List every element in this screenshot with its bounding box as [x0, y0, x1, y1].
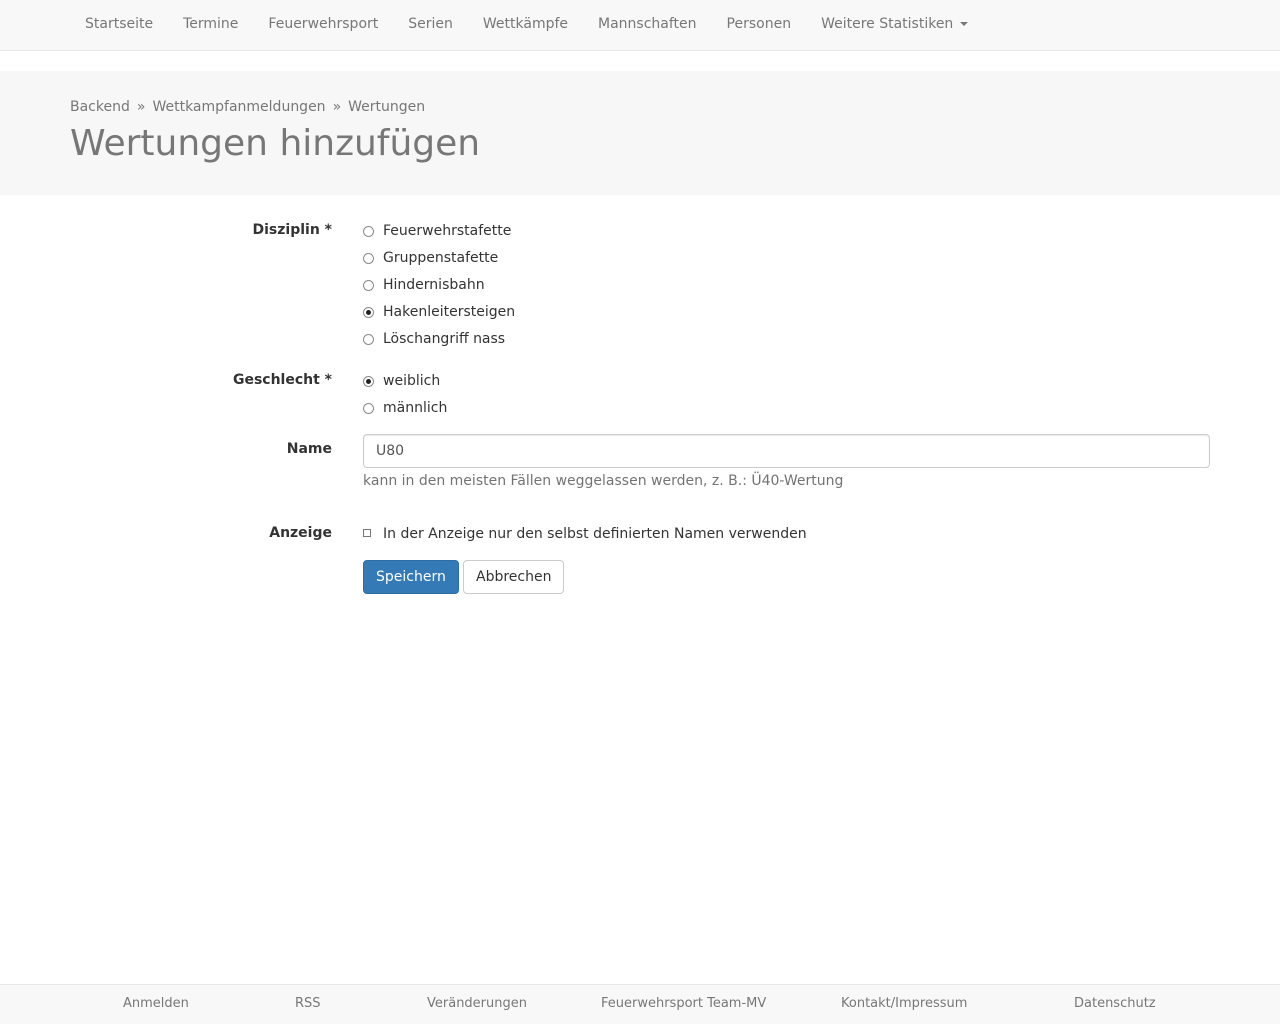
caret-down-icon	[960, 22, 969, 26]
discipline-option-gruppenstafette[interactable]: Gruppenstafette	[363, 248, 498, 268]
save-button[interactable]: Speichern	[363, 560, 459, 594]
nav-item-startseite[interactable]: Startseite	[70, 0, 168, 50]
dropdown-label: Weitere Statistiken	[821, 16, 954, 32]
gender-option-weiblich[interactable]: weiblich	[363, 371, 440, 391]
breadcrumb-separator: »	[332, 99, 342, 115]
footer-link-veraenderungen[interactable]: Veränderungen	[427, 985, 527, 1024]
page-header: Backend » Wettkampfanmeldungen » Wertungen W…	[0, 71, 1280, 195]
nav-item-termine[interactable]: Termine	[168, 0, 253, 50]
option-label: Hakenleitersteigen	[383, 304, 516, 320]
discipline-label: Disziplin *	[252, 222, 332, 238]
gender-label: Geschlecht *	[232, 372, 332, 388]
radio-button[interactable]	[363, 402, 374, 414]
name-label: Name	[286, 441, 332, 457]
discipline-option-hakenleitersteigen[interactable]: Hakenleitersteigen	[363, 302, 515, 322]
name-input[interactable]	[363, 434, 1210, 468]
nav-item-weitere-statistiken-dropdown[interactable]: Weitere Statistiken	[806, 0, 983, 50]
display-label: Anzeige	[269, 525, 332, 541]
discipline-option-hindernisbahn[interactable]: Hindernisbahn	[363, 275, 485, 295]
breadcrumb-wertungen-link[interactable]: Wertungen	[348, 99, 425, 115]
nav-item-serien[interactable]: Serien	[393, 0, 468, 50]
main-menu: Startseite Termine Feuerwehrsport Serien…	[70, 0, 983, 50]
option-label: weiblich	[383, 373, 441, 389]
gender-option-maennlich[interactable]: männlich	[363, 398, 447, 418]
radio-button[interactable]	[363, 252, 374, 264]
discipline-option-loeschangriff-nass[interactable]: Löschangriff nass	[363, 329, 505, 349]
page-title: Wertungen hinzufügen	[70, 123, 481, 164]
radio-button[interactable]	[363, 333, 374, 345]
breadcrumb-separator: »	[136, 99, 146, 115]
radio-button-checked[interactable]	[363, 306, 374, 318]
discipline-option-feuerwehrstafette[interactable]: Feuerwehrstafette	[363, 221, 511, 241]
checkbox-label: In der Anzeige nur den selbst definierte…	[383, 526, 807, 542]
footer-link-kontakt-impressum[interactable]: Kontakt/Impressum	[841, 985, 967, 1024]
option-label: Hindernisbahn	[383, 277, 485, 293]
radio-button[interactable]	[363, 225, 374, 237]
footer-link-anmelden[interactable]: Anmelden	[123, 985, 189, 1024]
footer-link-team-mv[interactable]: Feuerwehrsport Team-MV	[601, 985, 766, 1024]
footer-link-rss[interactable]: RSS	[295, 985, 321, 1024]
top-navbar: Startseite Termine Feuerwehrsport Serien…	[0, 0, 1280, 51]
display-name-only-option[interactable]: In der Anzeige nur den selbst definierte…	[363, 524, 807, 544]
breadcrumb: Backend » Wettkampfanmeldungen » Wertungen	[70, 99, 425, 115]
option-label: Feuerwehrstafette	[383, 223, 512, 239]
cancel-button[interactable]: Abbrechen	[463, 560, 565, 594]
name-help-text: kann in den meisten Fällen weggelassen w…	[363, 473, 844, 489]
footer-link-datenschutz[interactable]: Datenschutz	[1074, 985, 1156, 1024]
nav-item-feuerwehrsport[interactable]: Feuerwehrsport	[253, 0, 393, 50]
checkbox[interactable]	[363, 529, 371, 537]
option-label: männlich	[383, 400, 448, 416]
breadcrumb-backend-link[interactable]: Backend	[70, 99, 130, 115]
footer: Anmelden RSS Veränderungen Feuerwehrspor…	[0, 984, 1280, 1024]
nav-item-wettkaempfe[interactable]: Wettkämpfe	[468, 0, 583, 50]
option-label: Löschangriff nass	[383, 331, 506, 347]
nav-item-mannschaften[interactable]: Mannschaften	[583, 0, 712, 50]
nav-item-personen[interactable]: Personen	[712, 0, 807, 50]
option-label: Gruppenstafette	[383, 250, 499, 266]
radio-button[interactable]	[363, 279, 374, 291]
breadcrumb-wettkampfanmeldungen-link[interactable]: Wettkampfanmeldungen	[152, 99, 325, 115]
radio-button-checked[interactable]	[363, 375, 374, 387]
